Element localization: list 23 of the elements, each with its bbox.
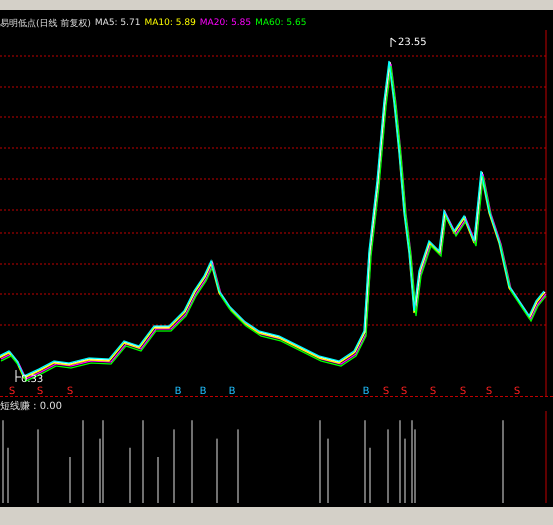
buy-signal: B xyxy=(174,386,182,396)
buy-signal: B xyxy=(362,386,370,396)
ma-value: MA10: 5.89 xyxy=(144,18,196,28)
sell-signal: S xyxy=(486,386,492,396)
sell-signal: S xyxy=(36,386,44,396)
indicator-label: 短线赚 : 0.00 xyxy=(0,400,63,411)
sell-signal: S xyxy=(382,386,390,396)
sell-signal: S xyxy=(430,386,436,396)
high-price-label: 23.55 xyxy=(398,37,427,48)
buy-signal: B xyxy=(200,386,206,396)
low-marker-icon xyxy=(16,370,22,382)
ma-value: MA20: 5.85 xyxy=(200,18,252,28)
sell-signal: S xyxy=(66,386,74,396)
low-price-label: 0.33 xyxy=(21,374,44,385)
sell-signal: S xyxy=(460,386,466,396)
sell-signal: S xyxy=(514,386,520,396)
chart-title: 易明低点(日线 前复权) xyxy=(0,18,91,30)
high-marker-icon xyxy=(390,38,396,48)
ma-value: MA5: 5.71 xyxy=(94,18,140,28)
sell-signal: S xyxy=(400,386,408,396)
buy-signal: B xyxy=(228,386,236,396)
ma-value: MA60: 5.65 xyxy=(255,18,306,28)
sell-signal: S xyxy=(8,386,16,396)
